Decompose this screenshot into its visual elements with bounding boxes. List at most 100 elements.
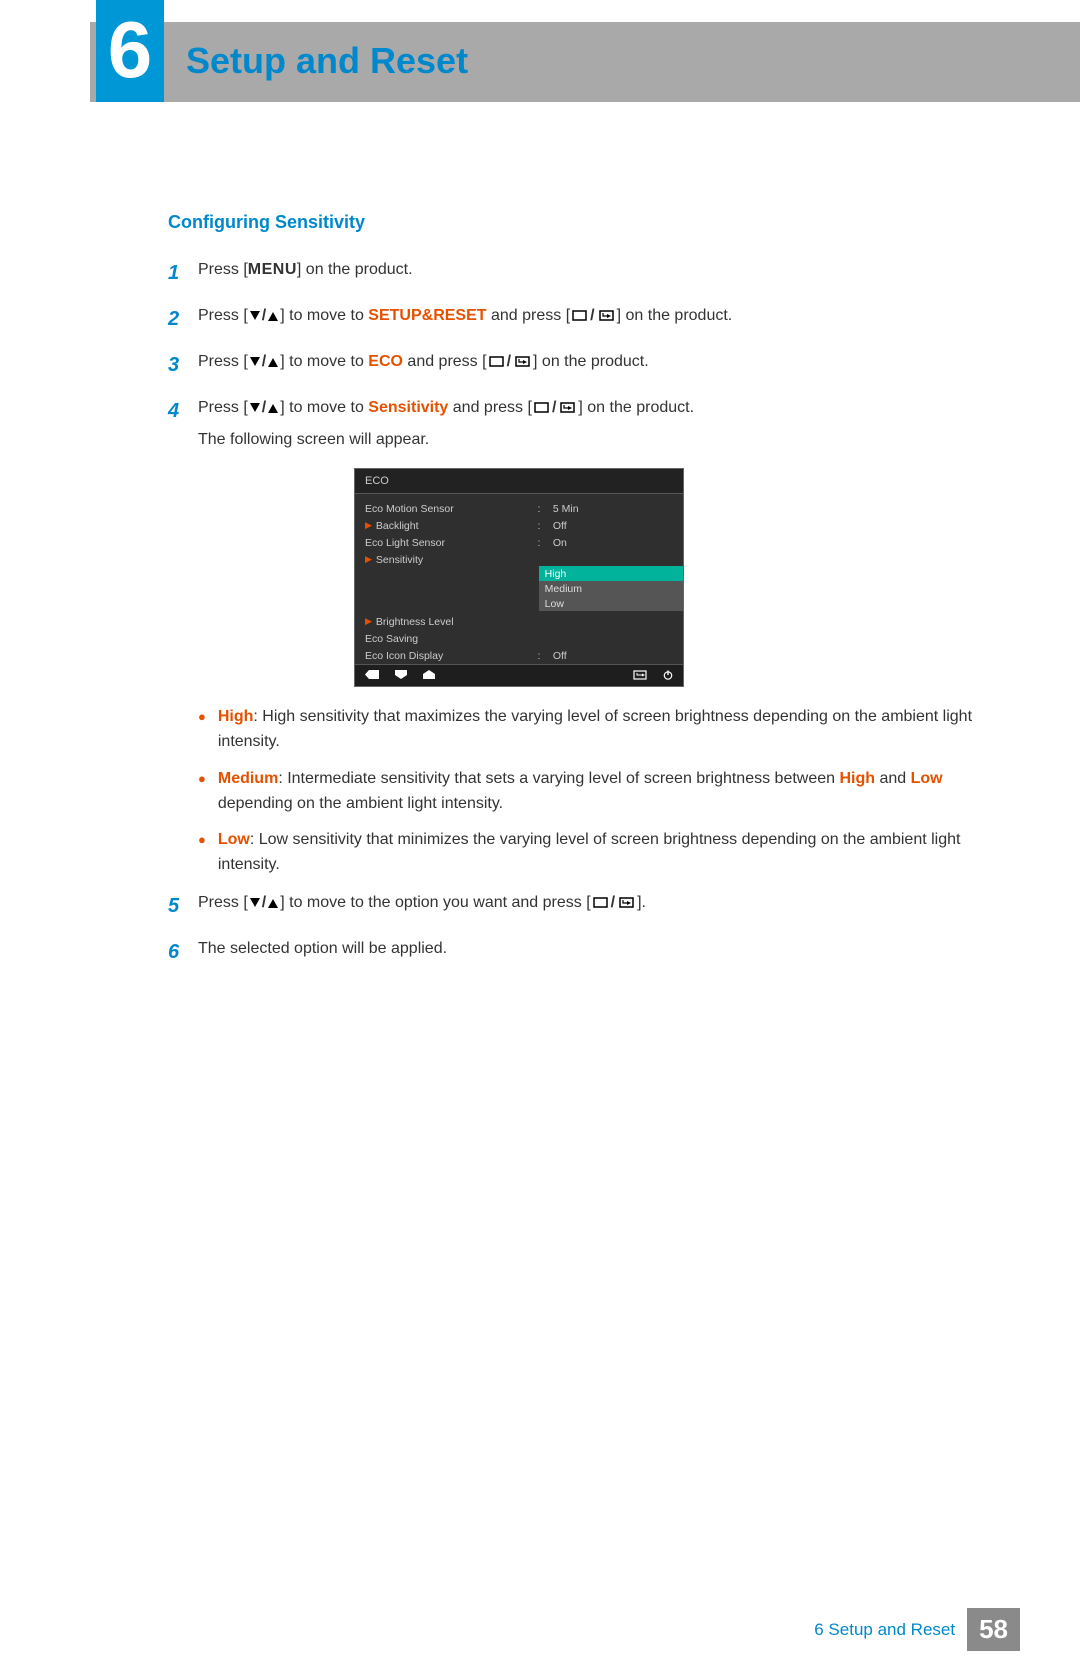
keyword: SETUP&RESET bbox=[368, 307, 486, 324]
keyword: Sensitivity bbox=[368, 399, 448, 416]
text: Press [ bbox=[198, 353, 248, 370]
osd-row: ▶Brightness Level bbox=[355, 613, 683, 630]
text: Press [ bbox=[198, 399, 248, 416]
osd-colon: : bbox=[537, 503, 552, 515]
step-5: 5 Press [/] to move to the option you wa… bbox=[168, 890, 982, 922]
menu-label: MENU bbox=[248, 261, 297, 278]
page-title: Setup and Reset bbox=[186, 40, 468, 82]
footer-text: 6 Setup and Reset bbox=[814, 1620, 955, 1640]
text: ] to move to bbox=[280, 399, 368, 416]
text: : Intermediate sensitivity that sets a v… bbox=[278, 770, 839, 787]
enter-source-icon: / bbox=[593, 890, 635, 916]
step-2: 2 Press [/] to move to SETUP&RESET and p… bbox=[168, 303, 982, 335]
step-number: 4 bbox=[168, 395, 198, 452]
step-body: Press [MENU] on the product. bbox=[198, 257, 982, 289]
text: ] on the product. bbox=[617, 307, 733, 324]
text: : Low sensitivity that minimizes the var… bbox=[218, 831, 961, 873]
osd-row: Eco Light Sensor:On bbox=[355, 534, 683, 551]
osd-row: Eco Saving bbox=[355, 630, 683, 647]
text: ]. bbox=[637, 894, 646, 911]
keyword: Low bbox=[911, 770, 943, 787]
step-body: The selected option will be applied. bbox=[198, 936, 982, 968]
enter-source-icon: / bbox=[572, 303, 614, 329]
text: and press [ bbox=[448, 399, 532, 416]
osd-row-value: Off bbox=[553, 520, 673, 532]
enter-source-icon: / bbox=[534, 395, 576, 421]
osd-row-label: ▶Brightness Level bbox=[365, 616, 537, 628]
osd-colon: : bbox=[537, 650, 552, 662]
osd-nav-up-icon bbox=[423, 670, 435, 680]
osd-option: Low bbox=[539, 596, 683, 611]
osd-row-value: On bbox=[553, 537, 673, 549]
step-subtext: The following screen will appear. bbox=[198, 427, 982, 453]
text: Press [ bbox=[198, 261, 248, 278]
osd-row-label: Eco Saving bbox=[365, 633, 537, 645]
osd-option: High bbox=[539, 566, 683, 581]
osd-row: ▶Backlight:Off bbox=[355, 517, 683, 534]
text: and press [ bbox=[487, 307, 571, 324]
osd-row-label: Eco Light Sensor bbox=[365, 537, 537, 549]
bullet-dot-icon: ● bbox=[198, 705, 206, 755]
osd-row-value: Off bbox=[553, 650, 673, 662]
osd-title: ECO bbox=[355, 469, 683, 494]
step-number: 1 bbox=[168, 257, 198, 289]
osd-colon: : bbox=[537, 537, 552, 549]
osd-nav-power-icon bbox=[663, 670, 673, 680]
keyword: Medium bbox=[218, 770, 278, 787]
bullet-dot-icon: ● bbox=[198, 767, 206, 817]
text: depending on the ambient light intensity… bbox=[218, 795, 503, 812]
triangle-right-icon: ▶ bbox=[365, 554, 372, 565]
osd-nav-bar bbox=[355, 664, 683, 686]
osd-dropdown: HighMediumLow bbox=[539, 566, 683, 611]
keyword: High bbox=[839, 770, 875, 787]
text: : High sensitivity that maximizes the va… bbox=[218, 708, 972, 750]
step-body: Press [/] to move to Sensitivity and pre… bbox=[198, 395, 982, 452]
step-body: Press [/] to move to the option you want… bbox=[198, 890, 982, 922]
osd-nav-down-icon bbox=[395, 670, 407, 680]
osd-row-label: ▶Sensitivity bbox=[365, 554, 537, 566]
osd-menu: ECO Eco Motion Sensor:5 Min▶Backlight:Of… bbox=[354, 468, 684, 687]
enter-source-icon: / bbox=[489, 349, 531, 375]
text: ] to move to the option you want and pre… bbox=[280, 894, 590, 911]
down-up-arrow-icon: / bbox=[250, 395, 278, 421]
bullet-item: ● High: High sensitivity that maximizes … bbox=[198, 705, 982, 755]
text: Press [ bbox=[198, 307, 248, 324]
bullet-item: ● Low: Low sensitivity that minimizes th… bbox=[198, 828, 982, 878]
osd-row-value: 5 Min bbox=[553, 503, 673, 515]
text: ] to move to bbox=[280, 307, 368, 324]
osd-nav-back-icon bbox=[365, 670, 379, 680]
triangle-right-icon: ▶ bbox=[365, 616, 372, 627]
triangle-right-icon: ▶ bbox=[365, 520, 372, 531]
section-title: Configuring Sensitivity bbox=[168, 212, 982, 233]
osd-row-label: ▶Backlight bbox=[365, 520, 537, 532]
page-footer: 6 Setup and Reset 58 bbox=[0, 1608, 1080, 1671]
page-number: 58 bbox=[967, 1608, 1020, 1651]
osd-body: Eco Motion Sensor:5 Min▶Backlight:OffEco… bbox=[355, 494, 683, 664]
down-up-arrow-icon: / bbox=[250, 303, 278, 329]
down-up-arrow-icon: / bbox=[250, 890, 278, 916]
osd-nav-enter-icon bbox=[632, 670, 647, 680]
osd-colon: : bbox=[537, 520, 552, 532]
keyword: Low bbox=[218, 831, 250, 848]
step-body: Press [/] to move to ECO and press [/] o… bbox=[198, 349, 982, 381]
chapter-number: 6 bbox=[96, 0, 164, 102]
osd-row: Eco Motion Sensor:5 Min bbox=[355, 500, 683, 517]
step-6: 6 The selected option will be applied. bbox=[168, 936, 982, 968]
step-number: 5 bbox=[168, 890, 198, 922]
down-up-arrow-icon: / bbox=[250, 349, 278, 375]
keyword: ECO bbox=[368, 353, 403, 370]
content-area: Configuring Sensitivity 1 Press [MENU] o… bbox=[0, 102, 1080, 968]
bullet-list: ● High: High sensitivity that maximizes … bbox=[198, 705, 982, 878]
step-3: 3 Press [/] to move to ECO and press [/]… bbox=[168, 349, 982, 381]
osd-row-label: Eco Icon Display bbox=[365, 650, 537, 662]
page-header: 6 Setup and Reset bbox=[0, 22, 1080, 102]
bullet-item: ● Medium: Intermediate sensitivity that … bbox=[198, 767, 982, 817]
step-number: 6 bbox=[168, 936, 198, 968]
keyword: High bbox=[218, 708, 254, 725]
step-body: Press [/] to move to SETUP&RESET and pre… bbox=[198, 303, 982, 335]
text: Press [ bbox=[198, 894, 248, 911]
text: and bbox=[875, 770, 911, 787]
osd-row: Eco Icon Display:Off bbox=[355, 647, 683, 664]
text: and press [ bbox=[403, 353, 487, 370]
osd-option: Medium bbox=[539, 581, 683, 596]
